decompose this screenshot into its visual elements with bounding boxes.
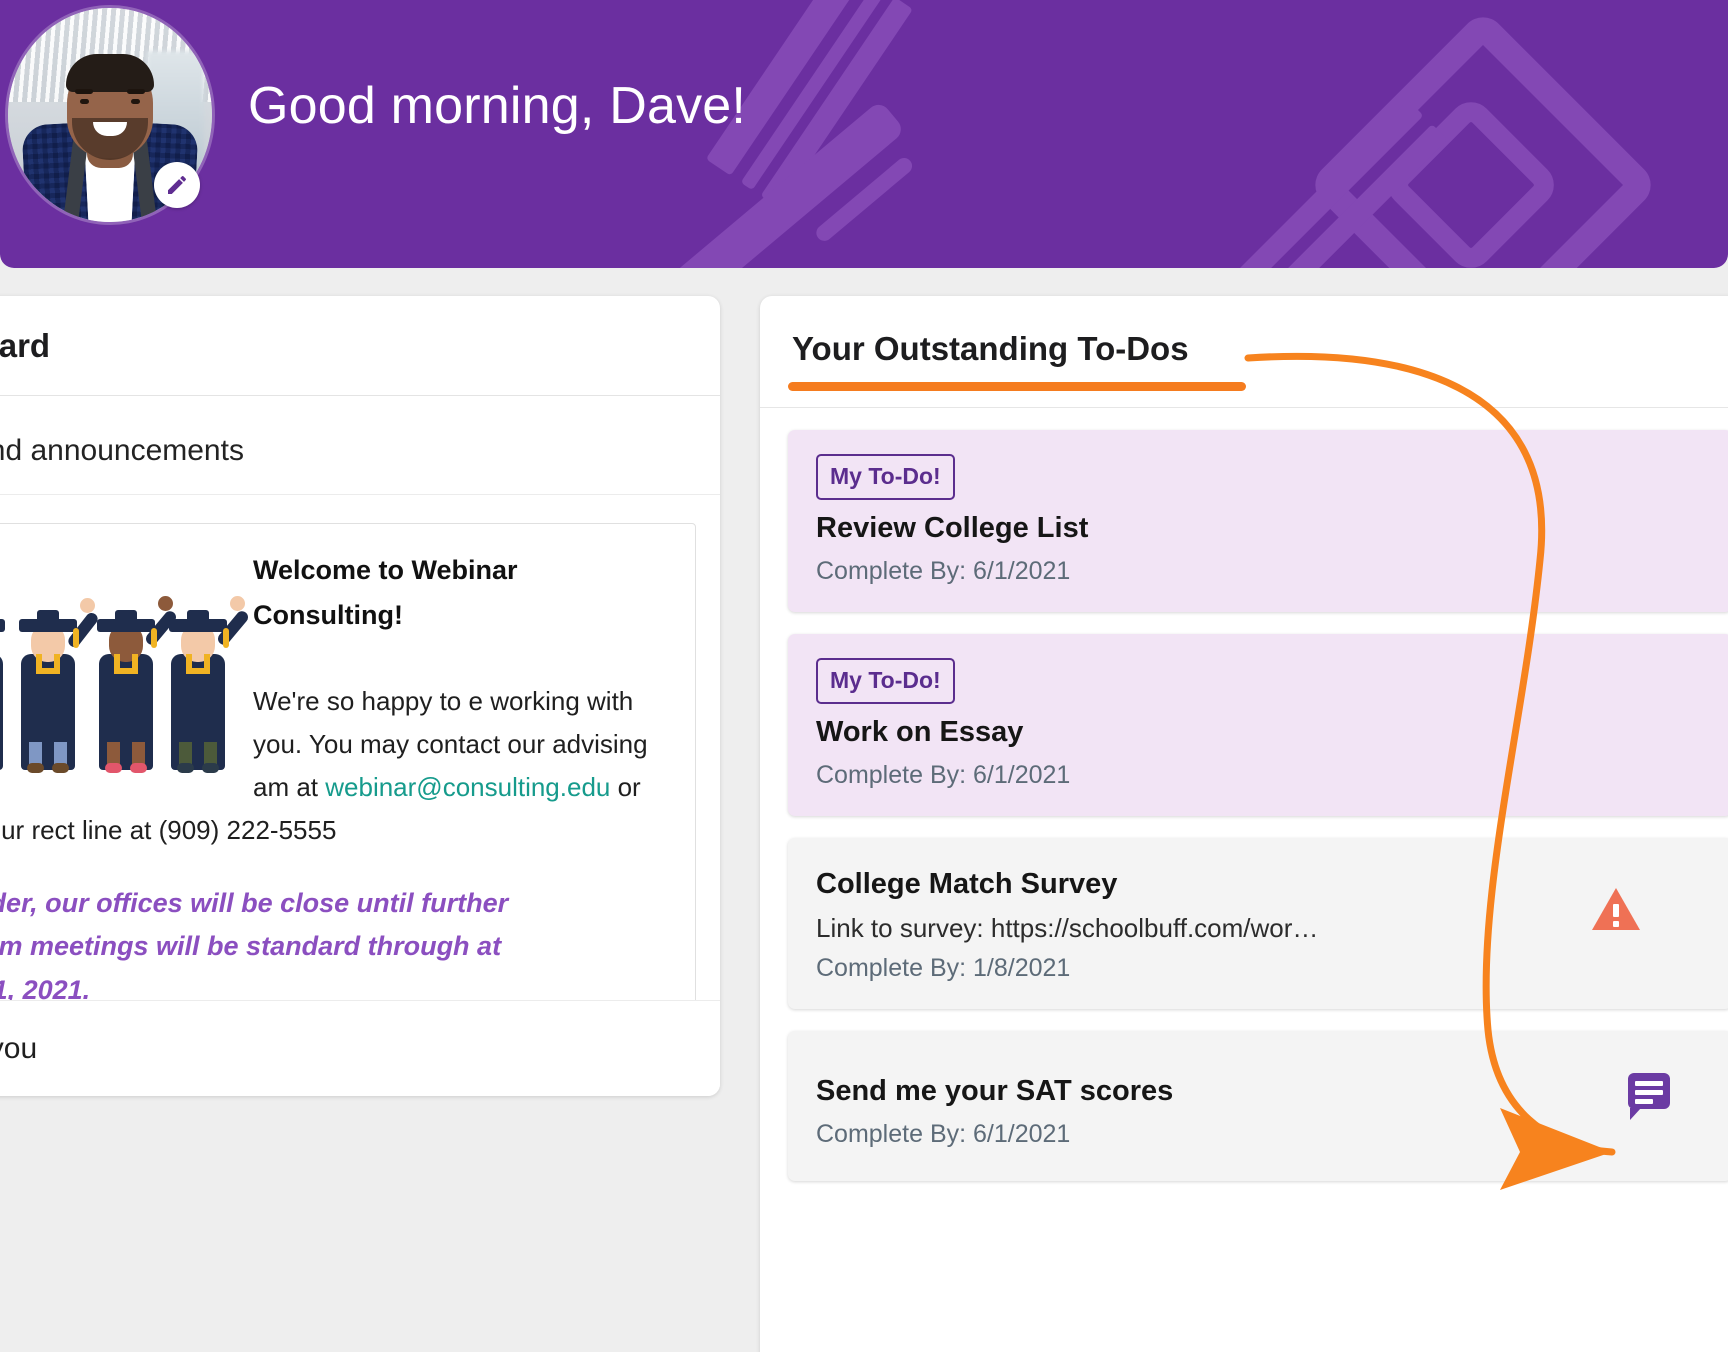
- todo-due-date: Complete By: 6/1/2021: [816, 761, 1071, 789]
- greeting-text: Good morning, Dave!: [248, 77, 747, 135]
- todo-item[interactable]: My To-Do! Work on Essay Complete By: 6/1…: [788, 634, 1728, 816]
- message-post-heading: Welcome to Webinar Consulting!: [253, 555, 518, 630]
- todo-item[interactable]: My To-Do! Review College List Complete B…: [788, 430, 1728, 612]
- advising-email-link[interactable]: webinar@consulting.edu: [325, 772, 610, 802]
- edit-avatar-button[interactable]: [154, 162, 200, 208]
- avatar-container[interactable]: [8, 8, 212, 222]
- message-body-3: am at: [253, 771, 326, 802]
- todo-description: Link to survey: https://schoolbuff.com/w…: [816, 913, 1319, 943]
- pencil-icon: [168, 176, 186, 194]
- todo-item[interactable]: College Match Survey Link to survey: htt…: [788, 838, 1728, 1009]
- message-body-5: rect line at (909) 222-5555: [31, 814, 337, 845]
- todo-due-date: Complete By: 6/1/2021: [816, 1120, 1071, 1148]
- chat-bubble-icon[interactable]: [1628, 1073, 1670, 1120]
- office-closure-notice: s a reminder, our offices will be close …: [0, 882, 669, 1013]
- todos-panel: Your Outstanding To-Dos My To-Do! Review…: [760, 296, 1728, 1352]
- message-board-panel: ssage Board Updates and announcements: [0, 296, 720, 1096]
- page-header: Good morning, Dave!: [0, 0, 1728, 268]
- todo-title: College Match Survey: [816, 868, 1118, 900]
- todos-title-underline: [788, 382, 1246, 391]
- message-body-1: We're so happy to: [253, 685, 462, 716]
- todos-title: Your Outstanding To-Dos: [792, 330, 1189, 367]
- warning-triangle-icon[interactable]: [1592, 888, 1640, 930]
- todo-badge: My To-Do!: [816, 454, 955, 500]
- note-for-you-title: A note for you: [0, 1000, 720, 1096]
- notice-line-1: s a reminder, our offices will be close …: [0, 887, 509, 918]
- todo-item[interactable]: Send me your SAT scores Complete By: 6/1…: [788, 1031, 1728, 1181]
- message-board-title: ssage Board: [0, 326, 51, 364]
- book-decor-icon: [1306, 8, 1660, 268]
- todo-title: Work on Essay: [816, 716, 1024, 748]
- book-inner-decor-icon: [1379, 93, 1563, 268]
- todo-due-date: Complete By: 6/1/2021: [816, 557, 1071, 585]
- todo-due-date: Complete By: 1/8/2021: [816, 954, 1071, 982]
- todos-header: Your Outstanding To-Dos: [760, 296, 1728, 408]
- message-board-header: ssage Board: [0, 296, 720, 396]
- message-board-subtitle: Updates and announcements: [0, 396, 720, 495]
- graduating-students-illustration: [0, 556, 251, 773]
- todos-list: My To-Do! Review College List Complete B…: [760, 408, 1728, 1181]
- todo-badge: My To-Do!: [816, 658, 955, 704]
- todo-title: Review College List: [816, 512, 1089, 544]
- app-root: Good morning, Dave! ssage Board Updates …: [0, 0, 1728, 1352]
- todo-title: Send me your SAT scores: [816, 1075, 1174, 1107]
- notice-line-2: otice. Zoom meetings will be standard th…: [0, 931, 502, 962]
